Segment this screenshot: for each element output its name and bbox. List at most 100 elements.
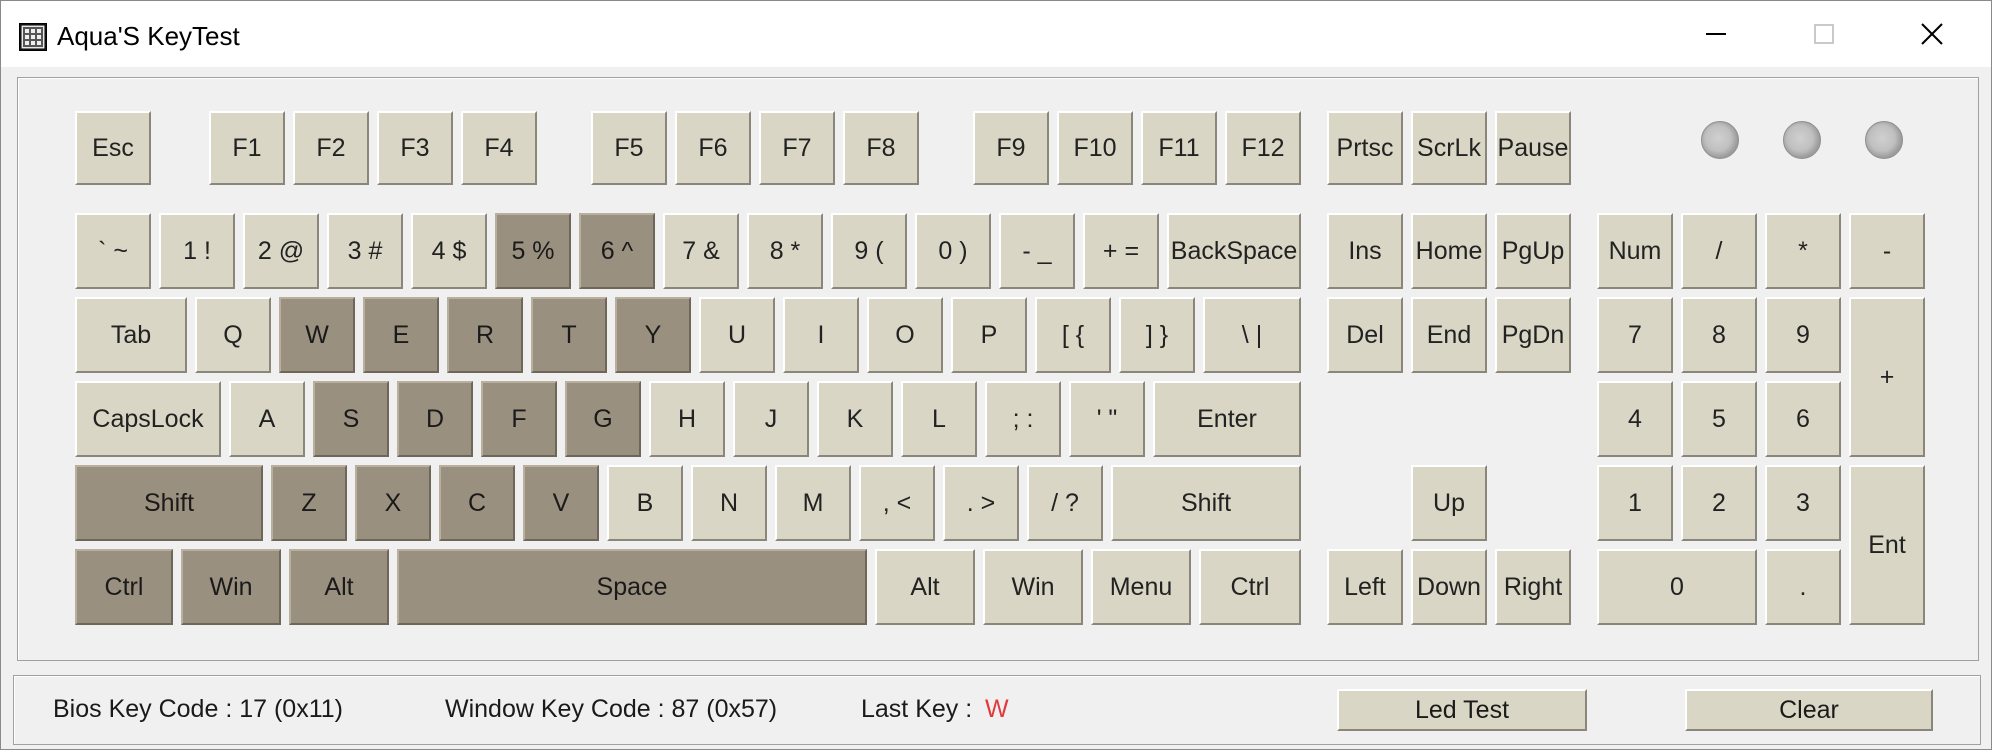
key-2[interactable]: 2 @	[243, 213, 319, 289]
key-m[interactable]: M	[775, 465, 851, 541]
key-x[interactable]: X	[355, 465, 431, 541]
key-slash[interactable]: / ?	[1027, 465, 1103, 541]
key-numlock[interactable]: Num	[1597, 213, 1673, 289]
key-left-shift[interactable]: Shift	[75, 465, 263, 541]
key-right-alt[interactable]: Alt	[875, 549, 975, 625]
key-t[interactable]: T	[531, 297, 607, 373]
key-z[interactable]: Z	[271, 465, 347, 541]
clear-button[interactable]: Clear	[1685, 689, 1933, 731]
key-c[interactable]: C	[439, 465, 515, 541]
key-6[interactable]: 6 ^	[579, 213, 655, 289]
key-numpad-9[interactable]: 9	[1765, 297, 1841, 373]
key-pgup[interactable]: PgUp	[1495, 213, 1571, 289]
key-f6[interactable]: F6	[675, 111, 751, 185]
key-end[interactable]: End	[1411, 297, 1487, 373]
key-g[interactable]: G	[565, 381, 641, 457]
key-period[interactable]: . >	[943, 465, 1019, 541]
key-f4[interactable]: F4	[461, 111, 537, 185]
key-numpad-3[interactable]: 3	[1765, 465, 1841, 541]
key-numpad-4[interactable]: 4	[1597, 381, 1673, 457]
key-1[interactable]: 1 !	[159, 213, 235, 289]
maximize-button[interactable]	[1769, 1, 1879, 67]
key-y[interactable]: Y	[615, 297, 691, 373]
key-5[interactable]: 5 %	[495, 213, 571, 289]
minimize-button[interactable]	[1661, 1, 1771, 67]
key-scrlk[interactable]: ScrLk	[1411, 111, 1487, 185]
key-right-shift[interactable]: Shift	[1111, 465, 1301, 541]
key-prtsc[interactable]: Prtsc	[1327, 111, 1403, 185]
key-right-ctrl[interactable]: Ctrl	[1199, 549, 1301, 625]
key-f12[interactable]: F12	[1225, 111, 1301, 185]
key-k[interactable]: K	[817, 381, 893, 457]
key-b[interactable]: B	[607, 465, 683, 541]
key-f[interactable]: F	[481, 381, 557, 457]
key-f10[interactable]: F10	[1057, 111, 1133, 185]
key-esc[interactable]: Esc	[75, 111, 151, 185]
key-numpad-2[interactable]: 2	[1681, 465, 1757, 541]
key-d[interactable]: D	[397, 381, 473, 457]
key-menu[interactable]: Menu	[1091, 549, 1191, 625]
key-backslash[interactable]: \ |	[1203, 297, 1301, 373]
key-numpad-subtract[interactable]: -	[1849, 213, 1925, 289]
led-test-button[interactable]: Led Test	[1337, 689, 1587, 731]
key-numpad-multiply[interactable]: *	[1765, 213, 1841, 289]
key-9[interactable]: 9 (	[831, 213, 907, 289]
key-arrow-left[interactable]: Left	[1327, 549, 1403, 625]
key-backtick[interactable]: ` ~	[75, 213, 151, 289]
key-r[interactable]: R	[447, 297, 523, 373]
key-j[interactable]: J	[733, 381, 809, 457]
key-comma[interactable]: , <	[859, 465, 935, 541]
key-e[interactable]: E	[363, 297, 439, 373]
key-numpad-decimal[interactable]: .	[1765, 549, 1841, 625]
key-numpad-divide[interactable]: /	[1681, 213, 1757, 289]
key-8[interactable]: 8 *	[747, 213, 823, 289]
key-capslock[interactable]: CapsLock	[75, 381, 221, 457]
close-button[interactable]	[1877, 1, 1987, 67]
key-left-win[interactable]: Win	[181, 549, 281, 625]
key-s[interactable]: S	[313, 381, 389, 457]
key-v[interactable]: V	[523, 465, 599, 541]
key-right-win[interactable]: Win	[983, 549, 1083, 625]
key-h[interactable]: H	[649, 381, 725, 457]
key-right-bracket[interactable]: ] }	[1119, 297, 1195, 373]
key-q[interactable]: Q	[195, 297, 271, 373]
key-numpad-0[interactable]: 0	[1597, 549, 1757, 625]
key-pause[interactable]: Pause	[1495, 111, 1571, 185]
key-arrow-down[interactable]: Down	[1411, 549, 1487, 625]
key-f2[interactable]: F2	[293, 111, 369, 185]
key-7[interactable]: 7 &	[663, 213, 739, 289]
key-semicolon[interactable]: ; :	[985, 381, 1061, 457]
key-backspace[interactable]: BackSpace	[1167, 213, 1301, 289]
key-del[interactable]: Del	[1327, 297, 1403, 373]
key-a[interactable]: A	[229, 381, 305, 457]
title-bar[interactable]: Aqua'S KeyTest	[1, 1, 1991, 67]
key-u[interactable]: U	[699, 297, 775, 373]
key-f9[interactable]: F9	[973, 111, 1049, 185]
key-3[interactable]: 3 #	[327, 213, 403, 289]
key-numpad-8[interactable]: 8	[1681, 297, 1757, 373]
key-p[interactable]: P	[951, 297, 1027, 373]
key-i[interactable]: I	[783, 297, 859, 373]
key-w[interactable]: W	[279, 297, 355, 373]
key-arrow-up[interactable]: Up	[1411, 465, 1487, 541]
key-ins[interactable]: Ins	[1327, 213, 1403, 289]
key-numpad-add[interactable]: +	[1849, 297, 1925, 457]
key-numpad-5[interactable]: 5	[1681, 381, 1757, 457]
key-o[interactable]: O	[867, 297, 943, 373]
key-left-alt[interactable]: Alt	[289, 549, 389, 625]
key-pgdn[interactable]: PgDn	[1495, 297, 1571, 373]
key-home[interactable]: Home	[1411, 213, 1487, 289]
key-numpad-6[interactable]: 6	[1765, 381, 1841, 457]
key-equal[interactable]: + =	[1083, 213, 1159, 289]
key-left-bracket[interactable]: [ {	[1035, 297, 1111, 373]
key-numpad-1[interactable]: 1	[1597, 465, 1673, 541]
key-f5[interactable]: F5	[591, 111, 667, 185]
key-tab[interactable]: Tab	[75, 297, 187, 373]
key-arrow-right[interactable]: Right	[1495, 549, 1571, 625]
key-enter[interactable]: Enter	[1153, 381, 1301, 457]
key-0[interactable]: 0 )	[915, 213, 991, 289]
key-quote[interactable]: ' "	[1069, 381, 1145, 457]
key-left-ctrl[interactable]: Ctrl	[75, 549, 173, 625]
key-f3[interactable]: F3	[377, 111, 453, 185]
key-f7[interactable]: F7	[759, 111, 835, 185]
